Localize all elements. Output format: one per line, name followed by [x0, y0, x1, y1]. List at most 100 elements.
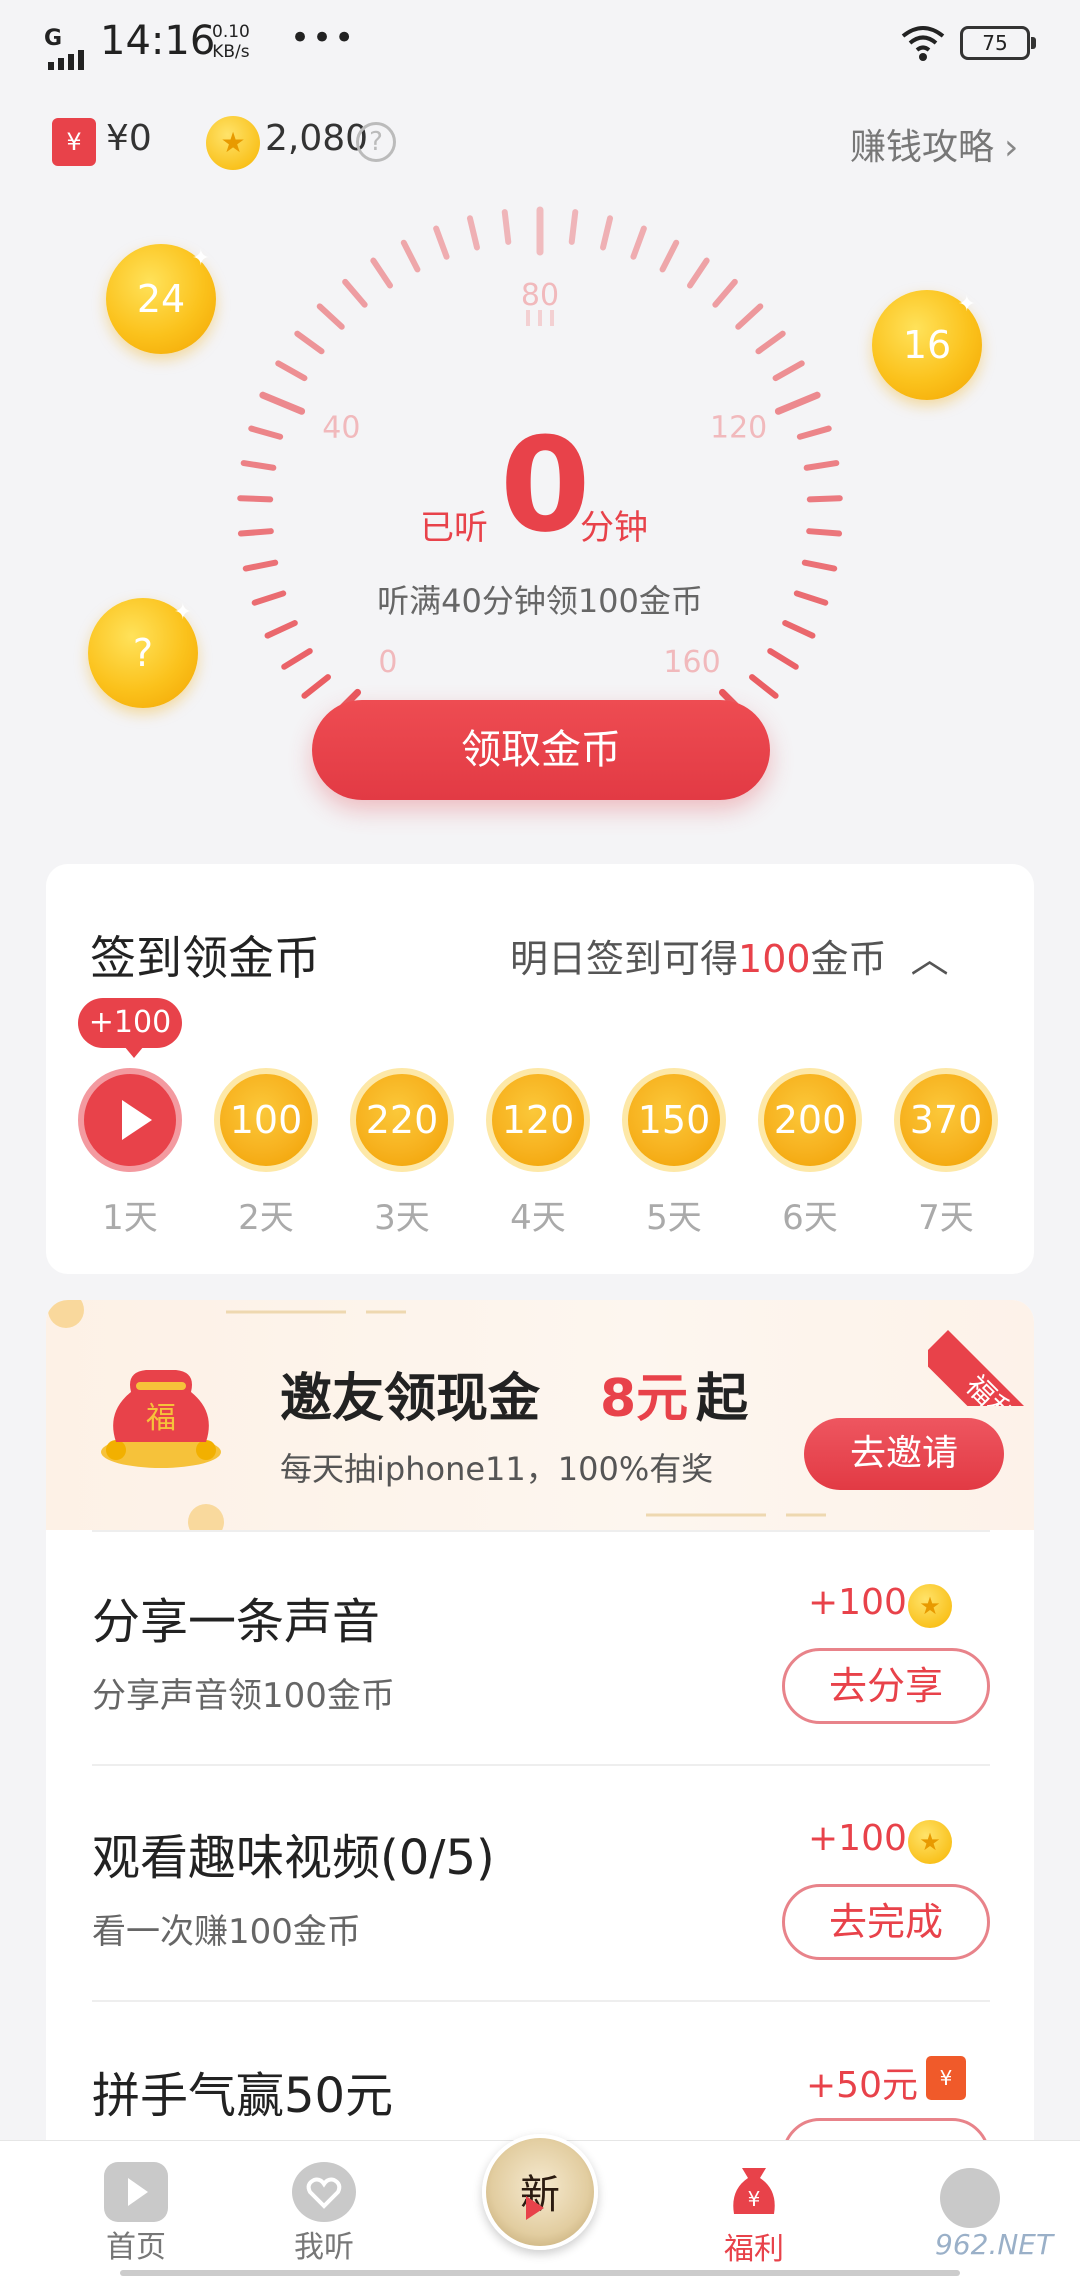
- gauge-tick: [501, 209, 512, 245]
- task-subtitle: 分享声音领100金币: [92, 1676, 395, 1716]
- checkin-day-3[interactable]: 220: [350, 1068, 454, 1172]
- help-icon[interactable]: ?: [356, 122, 396, 162]
- listened-minutes: 0: [500, 409, 591, 561]
- invite-title: 邀友领现金: [280, 1369, 541, 1429]
- share-button[interactable]: 去分享: [782, 1648, 990, 1724]
- checkin-day-6[interactable]: 200: [758, 1068, 862, 1172]
- listened-label: 已听: [420, 508, 488, 548]
- welfare-ribbon: 福利: [928, 1300, 1034, 1406]
- gauge-tick: [712, 278, 738, 308]
- status-bar: G 14:16 0.10 KB/s ••• 75: [0, 0, 1080, 90]
- invite-button[interactable]: 去邀请: [804, 1418, 1004, 1490]
- home-indicator[interactable]: [120, 2270, 960, 2276]
- day-label: 2天: [238, 1198, 294, 1238]
- watermark: 962.NET: [935, 2228, 1054, 2261]
- lucky-bag-icon: 福: [101, 1370, 221, 1468]
- earn-guide-link[interactable]: 赚钱攻略 ›: [850, 118, 1018, 170]
- gauge-tick-label: 0: [378, 645, 397, 680]
- money-bag-icon: ¥: [733, 2168, 775, 2214]
- invite-amount-suffix: 起: [696, 1369, 749, 1429]
- day-label: 5天: [646, 1198, 702, 1238]
- gauge-tick: [342, 278, 368, 308]
- network-type: G: [44, 26, 63, 51]
- gauge-tick: [801, 559, 838, 572]
- tab-welfare[interactable]: ¥ 福利: [694, 2158, 814, 2268]
- listened-unit: 分钟: [580, 508, 648, 548]
- red-packet-icon: ¥: [926, 2056, 966, 2100]
- gauge-tick: [659, 239, 680, 273]
- cash-balance[interactable]: ¥0: [106, 118, 152, 159]
- play-icon: [526, 2196, 544, 2220]
- checkin-day-5[interactable]: 150: [622, 1068, 726, 1172]
- invite-subtitle: 每天抽iphone11，100%有奖: [280, 1450, 714, 1488]
- checkin-title: 签到领金币: [90, 931, 320, 985]
- gauge-tick: [630, 225, 647, 260]
- gauge-tick: [466, 215, 480, 251]
- task-reward: +100: [808, 1582, 907, 1623]
- gauge-tick: [767, 648, 799, 670]
- gauge-tick: [242, 559, 279, 572]
- divider: [92, 2000, 990, 2002]
- tab-label: 我听: [294, 2230, 354, 2265]
- gauge-tick: [237, 495, 274, 503]
- day-label: 4天: [510, 1198, 566, 1238]
- signal-icon: [48, 50, 88, 70]
- complete-button[interactable]: 去完成: [782, 1884, 990, 1960]
- now-playing-disc[interactable]: 新: [482, 2134, 598, 2250]
- chevron-up-icon[interactable]: ︿: [911, 937, 949, 981]
- gauge-tick-label: 40: [322, 411, 360, 446]
- gauge-tick: [600, 215, 614, 251]
- gauge-tick: [294, 330, 325, 355]
- tab-listen[interactable]: 我听: [264, 2162, 384, 2266]
- gauge-tick: [248, 425, 284, 440]
- tab-label: 首页: [106, 2230, 166, 2265]
- coin-icon: ★: [908, 1820, 952, 1864]
- gauge-tick: [806, 528, 843, 537]
- task-title: 拼手气赢50元: [92, 2068, 394, 2124]
- gauge-tick: [782, 620, 816, 639]
- wifi-icon: [901, 26, 945, 61]
- invite-amount: 8元: [600, 1369, 689, 1429]
- checkin-day-4[interactable]: 120: [486, 1068, 590, 1172]
- gauge-tick: [237, 528, 274, 537]
- task-title: 分享一条声音: [92, 1594, 381, 1650]
- tab-profile[interactable]: [940, 2168, 1000, 2228]
- gauge-tick: [755, 330, 786, 355]
- svg-text:¥: ¥: [748, 2187, 761, 2211]
- task-reward: +50元: [806, 2065, 918, 2106]
- task-title: 观看趣味视频(0/5): [92, 1830, 495, 1886]
- day-label: 1天: [102, 1198, 158, 1238]
- gauge-tick: [772, 360, 805, 382]
- checkin-day-1[interactable]: [78, 1068, 182, 1172]
- tab-label: 福利: [724, 2232, 784, 2267]
- sparkle-icon: ✦: [957, 292, 976, 317]
- network-speed: 0.10 KB/s: [212, 22, 250, 62]
- more-icon: •••: [290, 18, 357, 58]
- floating-coin-16[interactable]: 16 ✦: [872, 290, 982, 400]
- gauge-tick: [806, 495, 843, 503]
- checkin-day-7[interactable]: 370: [894, 1068, 998, 1172]
- gauge-tick: [568, 209, 579, 245]
- divider: [92, 1530, 990, 1532]
- day-label: 7天: [918, 1198, 974, 1238]
- gauge-tick: [281, 648, 313, 670]
- day-label: 3天: [374, 1198, 430, 1238]
- gauge-tick: [259, 391, 306, 415]
- profile-icon: [940, 2168, 1000, 2228]
- home-play-icon: [104, 2162, 168, 2222]
- gauge-tick: [240, 460, 277, 471]
- gauge-tick: [400, 239, 421, 273]
- checkin-day-2[interactable]: 100: [214, 1068, 318, 1172]
- coin-balance[interactable]: 2,080: [265, 118, 368, 159]
- gauge-tick: [433, 225, 450, 260]
- claim-coins-button[interactable]: 领取金币: [312, 700, 770, 800]
- gauge-tick: [301, 674, 331, 699]
- gauge-tick: [803, 460, 840, 471]
- tab-home[interactable]: 首页: [76, 2162, 196, 2266]
- checkin-tip[interactable]: 明日签到可得100金币 ︿: [510, 928, 949, 983]
- gauge-tick: [370, 257, 393, 289]
- divider: [92, 1764, 990, 1766]
- gauge-tick: [735, 303, 764, 330]
- gauge-tick: [749, 674, 779, 699]
- gauge-hint: 听满40分钟领100金币: [377, 582, 703, 620]
